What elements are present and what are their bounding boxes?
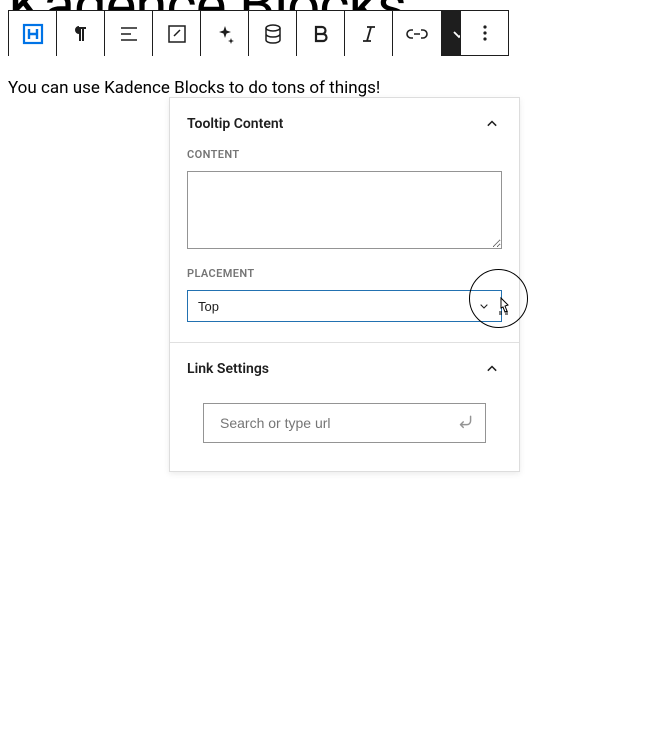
bold-icon: [309, 22, 333, 46]
link-icon: [405, 22, 429, 46]
settings-panel: Tooltip Content CONTENT PLACEMENT Top Li…: [169, 97, 520, 472]
tooltip-content-title: Tooltip Content: [187, 116, 283, 132]
placement-select[interactable]: Top: [187, 290, 502, 322]
more-options-button[interactable]: [460, 10, 509, 56]
bold-button[interactable]: [297, 11, 345, 56]
link-settings-title: Link Settings: [187, 361, 269, 377]
sparkle-icon: [213, 22, 237, 46]
link-button[interactable]: [393, 11, 441, 56]
placement-label: PLACEMENT: [187, 267, 502, 280]
paragraph-button[interactable]: [57, 11, 105, 56]
database-icon: [261, 22, 285, 46]
chevron-up-icon: [482, 359, 502, 379]
content-textarea[interactable]: [187, 171, 502, 249]
url-input[interactable]: [204, 404, 485, 442]
block-toolbar: [8, 10, 477, 56]
chevron-up-icon: [482, 114, 502, 134]
tooltip-content-header[interactable]: Tooltip Content: [170, 98, 519, 148]
dynamic-button[interactable]: [249, 11, 297, 56]
block-type-button[interactable]: [9, 11, 57, 56]
align-button[interactable]: [105, 11, 153, 56]
return-icon: [455, 410, 477, 432]
edit-tool-button[interactable]: [153, 11, 201, 56]
url-input-container: [203, 403, 486, 443]
italic-button[interactable]: [345, 11, 393, 56]
italic-icon: [357, 22, 381, 46]
link-settings-header[interactable]: Link Settings: [170, 343, 519, 393]
kadence-h-icon: [21, 22, 45, 46]
editor-paragraph[interactable]: You can use Kadence Blocks to do tons of…: [8, 78, 380, 98]
align-left-icon: [117, 22, 141, 46]
url-submit-button[interactable]: [455, 410, 477, 436]
link-settings-body: [170, 393, 519, 471]
ai-tool-button[interactable]: [201, 11, 249, 56]
pilcrow-icon: [69, 22, 93, 46]
content-label: CONTENT: [187, 148, 502, 161]
edit-square-icon: [165, 22, 189, 46]
tooltip-content-body: CONTENT PLACEMENT Top: [170, 148, 519, 342]
more-vertical-icon: [473, 21, 497, 45]
